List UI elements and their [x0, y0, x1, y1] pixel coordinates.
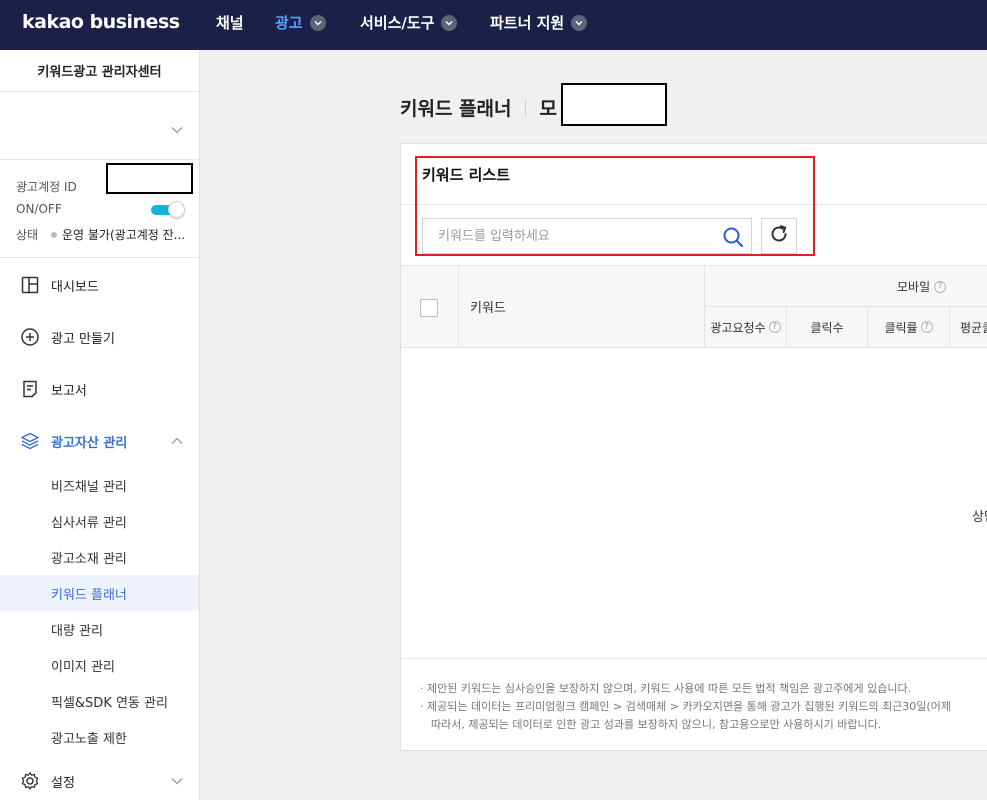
column-avg-cpc-label: 평균클	[960, 320, 987, 335]
account-onoff-toggle[interactable]	[151, 201, 185, 218]
menu-report-label: 보고서	[51, 383, 87, 399]
submenu-image-management-label: 이미지 관리	[51, 659, 115, 675]
search-icon[interactable]	[721, 225, 745, 249]
refresh-button[interactable]	[761, 218, 797, 254]
keyword-column-header: 키워드	[459, 266, 705, 347]
account-id-label: 광고계정 ID	[16, 180, 77, 194]
refresh-icon	[769, 224, 789, 248]
select-all-cell	[401, 266, 459, 347]
sidebar-title: 키워드광고 관리자센터	[0, 50, 199, 92]
notice-area: · 제안된 키워드는 심사승인을 보장하지 않으며, 키워드 사용에 따른 모든…	[401, 658, 987, 751]
submenu-pixel-sdk-label: 픽셀&SDK 연동 관리	[51, 695, 168, 711]
submenu-creatives-label: 광고소재 관리	[51, 551, 127, 567]
menu-settings-label: 설정	[51, 775, 75, 791]
column-ad-requests-label: 광고요청수	[710, 320, 766, 335]
menu-dashboard[interactable]: 대시보드	[0, 260, 199, 310]
chevron-up-icon	[171, 434, 183, 449]
mobile-group-label: 모바일 ?	[897, 278, 947, 295]
nav-services-tools[interactable]: 서비스/도구	[360, 12, 458, 33]
status-dot-icon	[51, 231, 57, 238]
title-divider	[524, 99, 526, 116]
page-title: 키워드 플래너 모	[400, 94, 557, 121]
help-icon[interactable]: ?	[768, 321, 781, 333]
nav-ads-label: 광고	[275, 14, 303, 32]
report-icon	[20, 379, 40, 399]
plus-circle-icon	[20, 327, 40, 347]
column-clicks[interactable]: 클릭수	[787, 307, 868, 347]
nav-partner-support[interactable]: 파트너 지원	[490, 12, 588, 33]
nav-channel[interactable]: 채널	[216, 12, 244, 33]
chevron-down-icon	[571, 14, 588, 31]
submenu-bizchannel[interactable]: 비즈채널 관리	[0, 467, 199, 503]
status-text: 운영 불가(광고계정 잔...	[62, 228, 186, 242]
submenu-creatives[interactable]: 광고소재 관리	[0, 539, 199, 575]
submenu-review-docs-label: 심사서류 관리	[51, 515, 127, 531]
onoff-label: ON/OFF	[16, 202, 62, 216]
sidebar: 키워드광고 관리자센터 광고계정 ID ON/OFF 상태 운영 불가(광고계정…	[0, 50, 200, 800]
nav-services-tools-label: 서비스/도구	[360, 14, 435, 32]
card-header: 키워드 리스트	[401, 144, 987, 205]
submenu-ad-exposure-limit-label: 광고노출 제한	[51, 731, 127, 747]
gear-icon	[20, 771, 40, 791]
notice-line: 따라서, 제공되는 데이터로 인한 광고 성과를 보장하지 않으니, 참고용으로…	[431, 718, 882, 731]
help-icon[interactable]: ?	[920, 321, 933, 333]
submenu-bulk-management[interactable]: 대량 관리	[0, 611, 199, 647]
submenu-keyword-planner[interactable]: 키워드 플래너	[0, 575, 199, 611]
nav-partner-support-label: 파트너 지원	[490, 14, 565, 32]
mobile-group-text: 모바일	[897, 280, 931, 294]
page-title-text: 키워드 플래너	[400, 98, 512, 120]
layers-icon	[20, 431, 40, 451]
account-id-redacted	[106, 163, 193, 194]
top-navigation: kakao business 채널 광고 서비스/도구 파트너 지원	[0, 0, 987, 50]
submenu-image-management[interactable]: 이미지 관리	[0, 647, 199, 683]
submenu-bulk-management-label: 대량 관리	[51, 623, 103, 639]
menu-create-ad[interactable]: 광고 만들기	[0, 312, 199, 362]
help-icon[interactable]: ?	[934, 280, 947, 293]
table-header: 키워드 모바일 ? 광고요청수 ? 클릭수 클릭률 ? 평균클	[401, 265, 987, 348]
keyword-list-card: 키워드 리스트 키워드 모바일 ? 광고요청수 ? 클릭수	[400, 143, 987, 751]
page-title-suffix: 모	[539, 98, 557, 120]
column-ctr[interactable]: 클릭률 ?	[868, 307, 950, 347]
menu-report[interactable]: 보고서	[0, 364, 199, 414]
account-selector[interactable]	[0, 92, 199, 160]
select-all-checkbox[interactable]	[420, 299, 438, 317]
menu-asset-management[interactable]: 광고자산 관리	[0, 416, 199, 466]
chevron-down-icon	[171, 119, 183, 138]
redacted-account-name	[561, 83, 667, 126]
status-label: 상태	[16, 228, 39, 242]
nav-channel-label: 채널	[216, 14, 244, 32]
submenu-bizchannel-label: 비즈채널 관리	[51, 479, 127, 495]
submenu-keyword-planner-label: 키워드 플래너	[51, 587, 127, 603]
column-clicks-label: 클릭수	[810, 320, 844, 335]
chevron-down-icon	[171, 774, 183, 789]
menu-create-ad-label: 광고 만들기	[51, 331, 115, 347]
menu-asset-management-label: 광고자산 관리	[51, 435, 128, 451]
empty-state-text: 상단	[972, 510, 987, 525]
chevron-down-icon	[441, 14, 458, 31]
keyword-search-input[interactable]	[423, 219, 713, 253]
notice-line: · 제공되는 데이터는 프리미엄링크 캠페인 > 검색매체 > 카카오지면을 통…	[420, 700, 951, 713]
notice-line: · 제안된 키워드는 심사승인을 보장하지 않으며, 키워드 사용에 따른 모든…	[420, 682, 912, 695]
menu-settings[interactable]: 설정	[0, 756, 199, 800]
toggle-knob	[168, 201, 185, 218]
submenu-ad-exposure-limit[interactable]: 광고노출 제한	[0, 719, 199, 755]
kakao-business-logo[interactable]: kakao business	[22, 11, 180, 33]
column-ctr-label: 클릭률	[884, 320, 918, 335]
submenu-pixel-sdk[interactable]: 픽셀&SDK 연동 관리	[0, 683, 199, 719]
nav-ads[interactable]: 광고	[275, 12, 326, 33]
chevron-down-icon	[309, 14, 326, 31]
card-title: 키워드 리스트	[422, 166, 511, 184]
menu-dashboard-label: 대시보드	[51, 279, 99, 295]
account-info: 광고계정 ID ON/OFF 상태 운영 불가(광고계정 잔...	[0, 160, 199, 258]
keyword-search-box	[422, 218, 752, 254]
status-value: 운영 불가(광고계정 잔...	[51, 226, 185, 243]
keyword-column-label: 키워드	[470, 301, 506, 316]
dashboard-icon	[20, 275, 40, 295]
submenu-review-docs[interactable]: 심사서류 관리	[0, 503, 199, 539]
column-avg-cpc[interactable]: 평균클	[950, 307, 987, 347]
column-ad-requests[interactable]: 광고요청수 ?	[705, 307, 787, 347]
